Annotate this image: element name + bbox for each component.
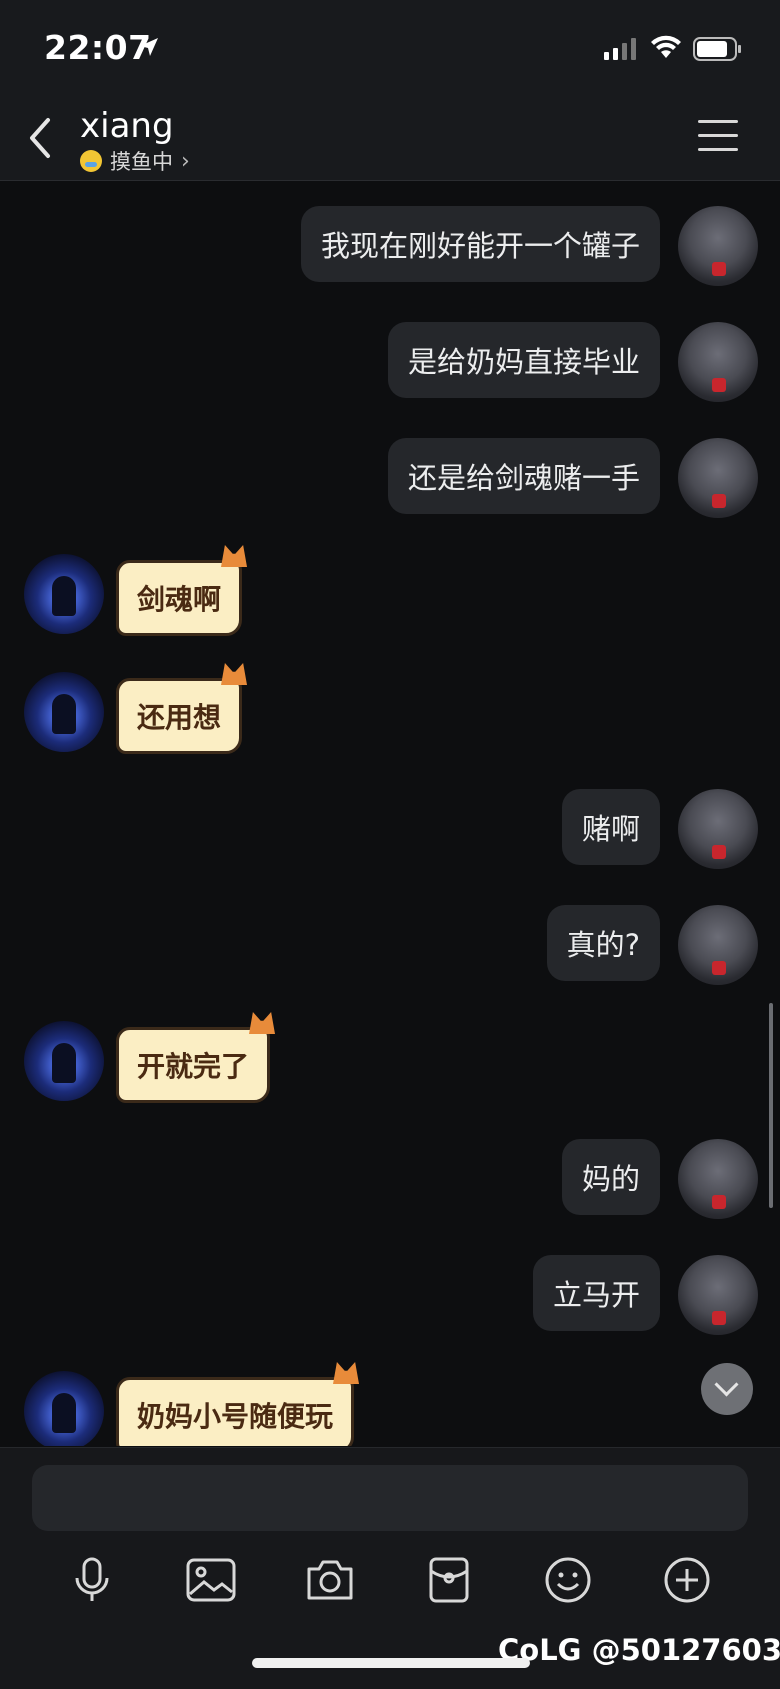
- red-packet-icon[interactable]: [419, 1550, 479, 1610]
- contact-name[interactable]: xiang: [80, 106, 174, 146]
- message-row: 奶妈小号随便玩: [0, 1362, 780, 1446]
- cat-ears-icon: [221, 545, 248, 567]
- message-row: 我现在刚好能开一个罐子: [0, 206, 780, 296]
- microphone-icon[interactable]: [62, 1550, 122, 1610]
- my-avatar[interactable]: [678, 1255, 758, 1335]
- home-indicator[interactable]: [252, 1658, 530, 1668]
- image-icon[interactable]: [181, 1550, 241, 1610]
- menu-icon[interactable]: [698, 120, 738, 154]
- message-bubble[interactable]: 是给奶妈直接毕业: [387, 322, 660, 398]
- message-row: 还用想: [0, 663, 780, 762]
- status-text: 摸鱼中: [110, 150, 173, 174]
- message-bubble[interactable]: 还是给剑魂赌一手: [387, 438, 660, 514]
- contact-avatar[interactable]: [24, 554, 104, 634]
- message-row: 剑魂啊: [0, 545, 780, 644]
- signal-icon: [604, 38, 636, 60]
- sticker-text: 还用想: [137, 701, 222, 734]
- message-row: 是给奶妈直接毕业: [0, 322, 780, 412]
- contact-avatar[interactable]: [24, 1021, 104, 1101]
- my-avatar[interactable]: [678, 1139, 758, 1219]
- watermark: CoLG @501276038: [498, 1633, 780, 1667]
- message-row: 还是给剑魂赌一手: [0, 438, 780, 528]
- sticker-message[interactable]: 还用想: [116, 663, 248, 754]
- cat-ears-icon: [333, 1362, 360, 1384]
- status-emoji-icon: [80, 150, 102, 172]
- message-bubble[interactable]: 立马开: [532, 1255, 660, 1331]
- my-avatar[interactable]: [678, 322, 758, 402]
- sticker-message[interactable]: 开就完了: [116, 1012, 276, 1103]
- chevron-right-icon: ›: [181, 148, 190, 174]
- wifi-icon: [651, 35, 681, 58]
- message-row: 妈的: [0, 1139, 780, 1229]
- sticker-text: 开就完了: [137, 1050, 250, 1083]
- scroll-to-bottom-button[interactable]: [701, 1363, 753, 1415]
- my-avatar[interactable]: [678, 905, 758, 985]
- sticker-text: 奶妈小号随便玩: [137, 1400, 334, 1433]
- message-bubble[interactable]: 真的?: [546, 905, 660, 981]
- scrollbar[interactable]: [769, 1003, 773, 1208]
- cat-ears-icon: [221, 663, 248, 685]
- message-row: 开就完了: [0, 1012, 780, 1111]
- toolbar: [0, 1550, 780, 1620]
- emoji-icon[interactable]: [538, 1550, 598, 1610]
- my-avatar[interactable]: [678, 438, 758, 518]
- sticker-text: 剑魂啊: [137, 583, 222, 616]
- contact-avatar[interactable]: [24, 1371, 104, 1446]
- message-bubble[interactable]: 妈的: [561, 1139, 660, 1215]
- status-time: 22:07: [44, 28, 152, 67]
- message-row: 赌啊: [0, 789, 780, 879]
- cat-ears-icon: [249, 1012, 276, 1034]
- sticker-message[interactable]: 剑魂啊: [116, 545, 248, 636]
- message-row: 立马开: [0, 1255, 780, 1345]
- contact-status[interactable]: 摸鱼中 ›: [80, 146, 190, 176]
- camera-icon[interactable]: [300, 1550, 360, 1610]
- contact-avatar[interactable]: [24, 672, 104, 752]
- sticker-message[interactable]: 奶妈小号随便玩: [116, 1362, 360, 1446]
- chat-header: xiang 摸鱼中 ›: [0, 100, 780, 181]
- location-arrow-icon: [140, 38, 158, 56]
- plus-icon[interactable]: [657, 1550, 717, 1610]
- status-bar: 22:07: [0, 0, 780, 100]
- message-row: 真的?: [0, 905, 780, 995]
- message-list[interactable]: 我现在刚好能开一个罐子 是给奶妈直接毕业 还是给剑魂赌一手 剑魂啊 还用想 赌啊…: [0, 181, 780, 1446]
- back-chevron-icon[interactable]: [26, 114, 56, 162]
- my-avatar[interactable]: [678, 789, 758, 869]
- my-avatar[interactable]: [678, 206, 758, 286]
- message-input[interactable]: [32, 1465, 748, 1531]
- message-bubble[interactable]: 我现在刚好能开一个罐子: [300, 206, 660, 282]
- battery-icon: [693, 37, 741, 61]
- message-bubble[interactable]: 赌啊: [561, 789, 660, 865]
